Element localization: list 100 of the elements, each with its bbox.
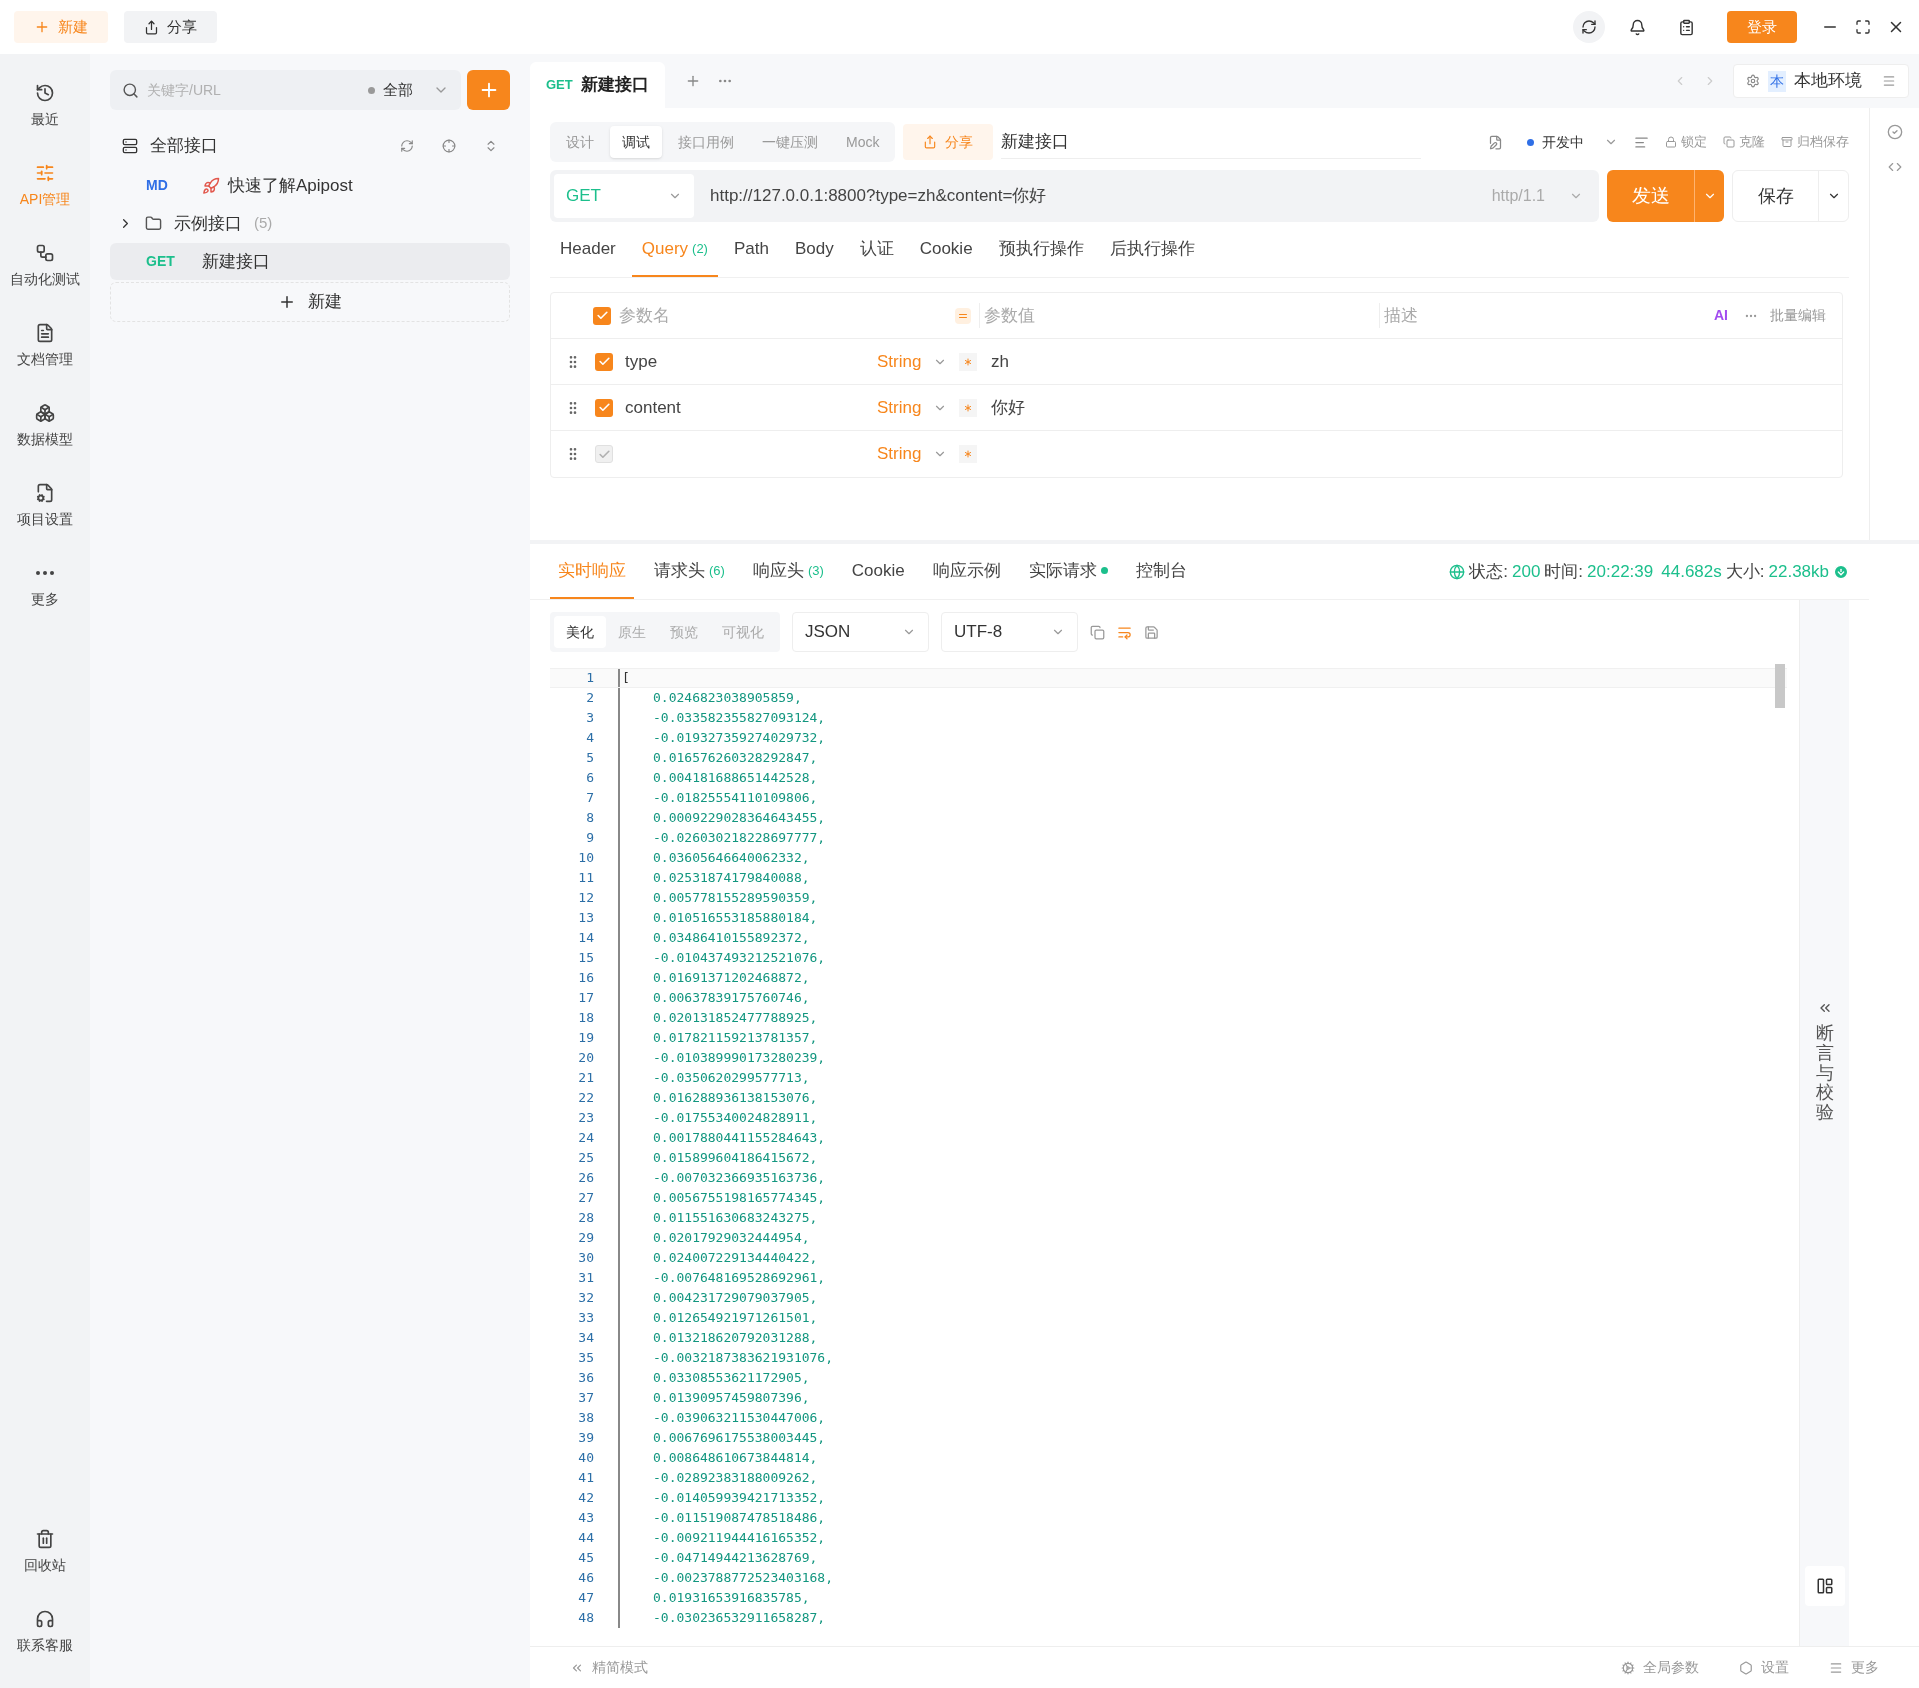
layout-button[interactable] <box>1804 1566 1845 1606</box>
response-tab[interactable]: Cookie <box>843 544 913 599</box>
code-icon[interactable] <box>1887 160 1902 174</box>
save-icon[interactable] <box>1144 624 1159 640</box>
code-line: 0.0056755198165774345, <box>652 1189 826 1208</box>
time-value: 20:22:39 <box>1587 560 1654 583</box>
doc-icon <box>35 322 55 343</box>
code-line: 0.016288936138153076, <box>652 1089 818 1108</box>
ai-label[interactable]: AI <box>1714 305 1728 326</box>
folder-label: 示例接口 <box>174 212 242 235</box>
checkbox[interactable] <box>595 352 613 371</box>
edit-icon[interactable] <box>1488 134 1503 150</box>
mode-tab[interactable]: 调试 <box>610 126 662 158</box>
line-number: 16 <box>577 969 595 988</box>
checkbox[interactable] <box>595 398 613 417</box>
line-number: 22 <box>577 1089 595 1108</box>
code-line: 0.012654921971261501, <box>652 1309 818 1328</box>
code-line: 0.02017929032444954, <box>652 1229 810 1248</box>
tree-item[interactable]: GET 新建接口 <box>110 243 510 280</box>
add-button[interactable] <box>467 70 510 110</box>
code-line: -0.010437493212521076, <box>652 949 826 968</box>
code-line: 0.00637839175760746, <box>652 989 810 1008</box>
status-code: 200 <box>1511 560 1541 583</box>
line-number: 9 <box>585 829 595 848</box>
nav-item[interactable]: 数据模型 <box>2 386 88 466</box>
line-number: 32 <box>577 1289 595 1308</box>
request-section-tab[interactable]: Path <box>723 222 779 277</box>
code-line: 0.02531874179840088, <box>652 869 810 888</box>
asterisk-icon[interactable] <box>959 352 977 371</box>
nav-item[interactable]: 更多 <box>2 546 88 626</box>
history-icon <box>35 82 55 103</box>
request-section-tab[interactable]: Body <box>784 222 844 277</box>
request-section-tab[interactable]: 预执行操作 <box>988 222 1094 277</box>
check-icon <box>597 355 611 368</box>
request-tab[interactable]: GET 新建接口 <box>530 62 665 108</box>
locate-icon[interactable] <box>442 139 456 153</box>
request-section-tab[interactable]: 后执行操作 <box>1099 222 1205 277</box>
line-number: 8 <box>585 809 595 828</box>
format-select[interactable]: JSON <box>792 612 929 652</box>
status-label: 状态: <box>1469 560 1508 583</box>
assertion-panel-label[interactable]: 断言与校验 <box>1815 1024 1834 1123</box>
share-button[interactable]: 分享 <box>124 11 217 43</box>
column-header: 描述 <box>1379 302 1714 329</box>
search-icon <box>122 81 139 99</box>
save-button[interactable]: 保存 <box>1732 170 1849 222</box>
wrap-icon[interactable] <box>1117 624 1132 640</box>
align-icon[interactable] <box>1634 134 1649 150</box>
param-name: type <box>625 350 659 373</box>
response-tab[interactable]: 实际请求 <box>1020 544 1116 599</box>
search-field[interactable]: 关键字/URL 全部 <box>110 70 461 110</box>
code-line: 0.0017880441155284643, <box>652 1129 826 1148</box>
new-item-button[interactable]: 新建 <box>110 282 510 322</box>
tree-item[interactable]: MD 快速了解Apipost <box>110 167 510 204</box>
line-number: 47 <box>577 1589 595 1608</box>
bell-icon[interactable] <box>1629 18 1646 36</box>
download-icon[interactable] <box>1833 563 1849 580</box>
param-value: zh <box>991 350 1009 373</box>
tree-folder[interactable]: 示例接口 (5) <box>110 205 510 242</box>
line-number: 13 <box>577 909 595 928</box>
refresh-icon[interactable] <box>1573 11 1605 43</box>
nav-item[interactable]: 文档管理 <box>2 306 88 386</box>
line-number: 43 <box>577 1509 595 1528</box>
line-number: 2 <box>585 689 595 708</box>
size-value: 22.38kb <box>1768 560 1829 583</box>
code-line: 0.008648610673844814, <box>652 1449 818 1468</box>
line-number: 4 <box>585 729 595 748</box>
copy-icon[interactable] <box>1090 624 1105 640</box>
nav-item[interactable]: 联系客服 <box>2 1592 88 1672</box>
filter-dropdown[interactable]: 全部 <box>368 78 449 102</box>
view-tab[interactable]: 美化 <box>554 616 606 648</box>
line-number: 21 <box>577 1069 595 1088</box>
asterisk-icon[interactable] <box>959 398 977 417</box>
checkbox[interactable] <box>593 306 611 325</box>
param-value: 你好 <box>991 396 1025 419</box>
nav-item[interactable]: 回收站 <box>2 1512 88 1592</box>
response-tab[interactable]: 请求头 (6) <box>646 544 733 599</box>
request-section-tab[interactable]: 认证 <box>849 222 904 277</box>
nav-item[interactable]: 项目设置 <box>2 466 88 546</box>
code-line: -0.010389990173280239, <box>652 1049 826 1068</box>
environment-select[interactable]: 本 本地环境 <box>1733 64 1909 98</box>
clipboard-icon[interactable] <box>1678 18 1695 36</box>
request-section-tab[interactable]: Cookie <box>909 222 983 277</box>
request-section-tab[interactable]: Header <box>550 222 626 277</box>
nav-item[interactable]: 自动化测试 <box>2 226 88 306</box>
method-label: MD <box>146 176 169 195</box>
folder-icon <box>145 215 162 232</box>
maximize-icon[interactable] <box>1855 19 1871 35</box>
response-tab[interactable]: 响应头 (3) <box>744 544 832 599</box>
response-tab[interactable]: 控制台 <box>1127 544 1195 599</box>
check-circle-icon[interactable] <box>1886 124 1903 140</box>
line-number: 23 <box>577 1109 595 1128</box>
response-tab[interactable]: 响应示例 <box>924 544 1009 599</box>
code-line: -0.04714944213628769, <box>652 1549 818 1568</box>
asterisk-icon[interactable] <box>959 445 977 463</box>
scrollbar-thumb[interactable] <box>1775 664 1785 708</box>
encoding-select[interactable]: UTF-8 <box>941 612 1078 652</box>
code-line: 0.017821159213781357, <box>652 1029 818 1048</box>
equal-icon[interactable] <box>955 307 971 324</box>
nav-item[interactable]: 最近 <box>2 66 88 146</box>
status-dropdown[interactable]: 开发中 <box>1527 131 1618 153</box>
